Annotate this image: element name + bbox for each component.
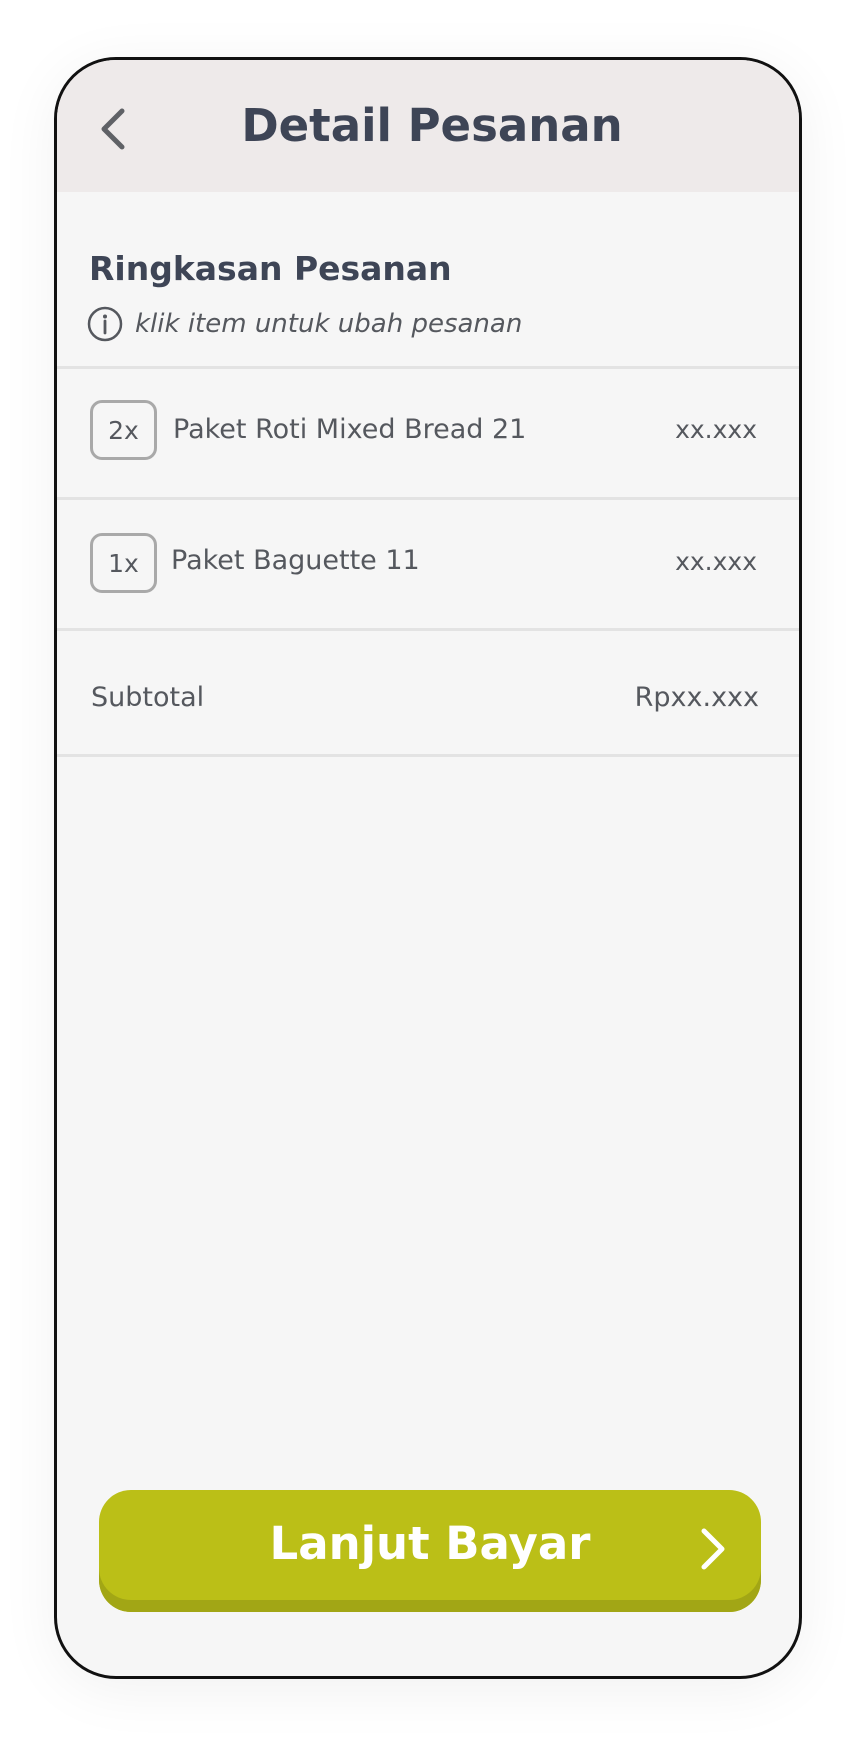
info-icon	[87, 306, 123, 342]
continue-payment-button[interactable]: Lanjut Bayar	[99, 1490, 761, 1612]
summary-title: Ringkasan Pesanan	[89, 249, 452, 288]
item-name: Paket Roti Mixed Bread 21	[173, 414, 527, 445]
subtotal-value: Rpxx.xxx	[634, 682, 759, 713]
item-name: Paket Baguette 11	[171, 545, 420, 576]
quantity-badge: 1x	[90, 533, 157, 593]
divider	[57, 754, 799, 757]
order-item[interactable]: 2x Paket Roti Mixed Bread 21 xx.xxx	[57, 369, 799, 497]
subtotal-label: Subtotal	[91, 682, 205, 713]
hint-text: klik item untuk ubah pesanan	[135, 309, 523, 339]
item-price: xx.xxx	[675, 415, 757, 444]
chevron-right-icon	[701, 1528, 725, 1570]
item-price: xx.xxx	[675, 547, 757, 576]
divider	[57, 628, 799, 631]
quantity-badge: 2x	[90, 400, 157, 460]
pay-button-label: Lanjut Bayar	[269, 1517, 591, 1570]
hint-row: klik item untuk ubah pesanan	[87, 306, 522, 342]
header-bar: Detail Pesanan	[57, 60, 799, 192]
order-item[interactable]: 1x Paket Baguette 11 xx.xxx	[57, 500, 799, 628]
phone-frame: Detail Pesanan Ringkasan Pesanan klik it…	[54, 57, 802, 1679]
page-title: Detail Pesanan	[241, 99, 623, 152]
